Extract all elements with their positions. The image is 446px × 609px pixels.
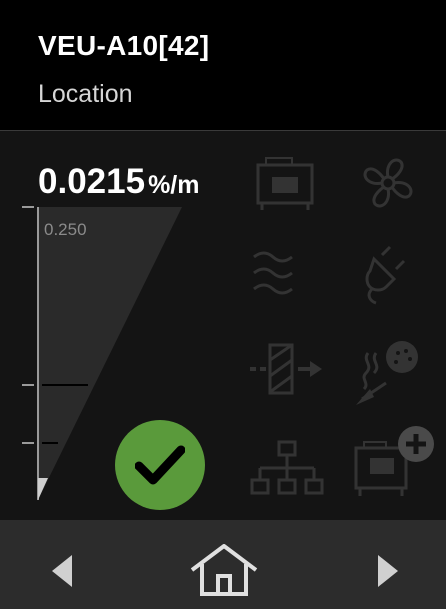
home-icon[interactable]: [188, 544, 260, 598]
reading-value: 0.0215: [38, 162, 146, 201]
scale-top-label: 0.250: [44, 220, 87, 239]
airflow-icon[interactable]: [250, 245, 296, 301]
reading-unit: %/m: [148, 171, 200, 199]
checkmark-icon: [135, 445, 185, 485]
fan-icon[interactable]: [355, 150, 421, 216]
add-device-icon[interactable]: [350, 420, 440, 500]
chevron-right-icon[interactable]: [374, 553, 402, 589]
smoke-detector-icon[interactable]: [352, 335, 422, 407]
device-card-icon[interactable]: [252, 155, 318, 213]
network-icon[interactable]: [250, 440, 324, 498]
chevron-left-icon[interactable]: [48, 553, 76, 589]
filter-icon[interactable]: [248, 340, 328, 398]
reading: 0.0215 %/m: [38, 162, 199, 202]
status-ok-button[interactable]: [115, 420, 205, 510]
power-plug-icon[interactable]: [362, 245, 408, 305]
